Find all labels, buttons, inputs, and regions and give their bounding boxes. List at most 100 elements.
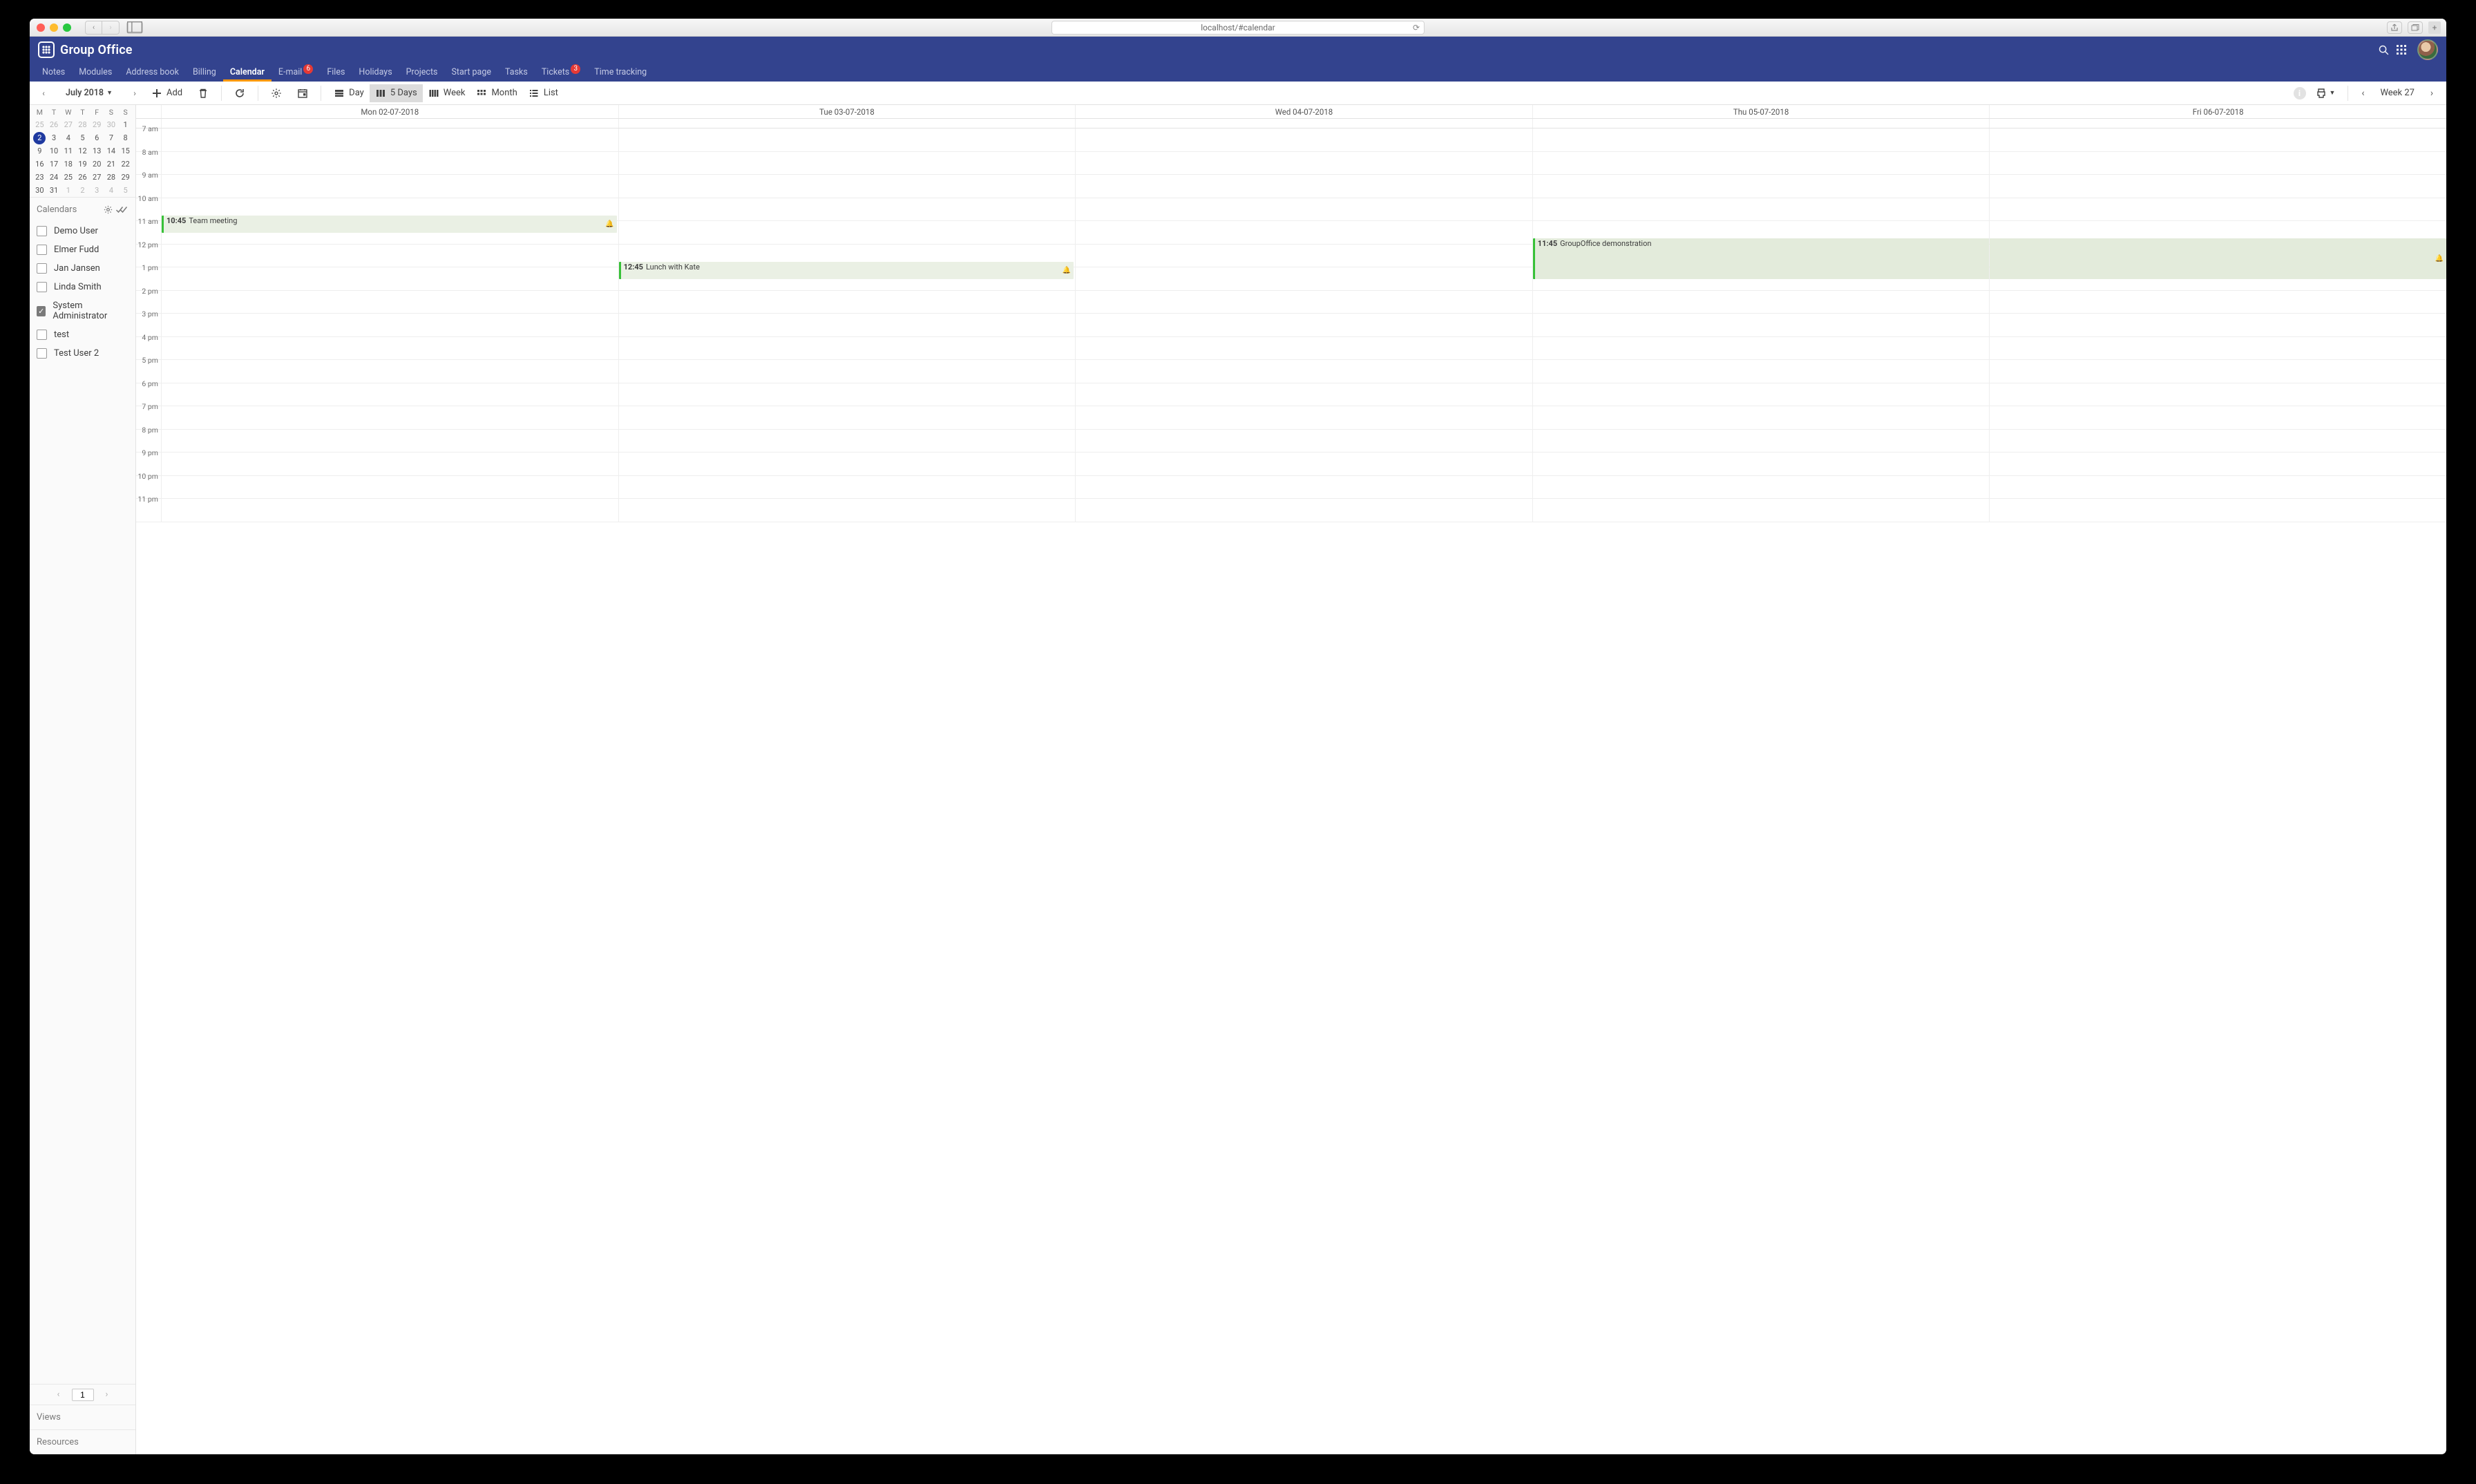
grid-cell[interactable] bbox=[161, 453, 618, 475]
grid-cell[interactable] bbox=[1989, 291, 2446, 314]
mini-cal-day[interactable]: 3 bbox=[47, 131, 61, 144]
mini-cal-day[interactable]: 8 bbox=[118, 131, 133, 144]
mini-cal-day[interactable]: 25 bbox=[32, 118, 47, 131]
view-month-button[interactable]: Month bbox=[470, 84, 522, 102]
refresh-button[interactable] bbox=[229, 84, 251, 102]
info-icon[interactable]: i bbox=[2294, 87, 2306, 99]
grid-cell[interactable] bbox=[1532, 406, 1990, 429]
grid-cell[interactable] bbox=[161, 314, 618, 336]
grid-cell[interactable] bbox=[1075, 499, 1532, 522]
delete-button[interactable] bbox=[192, 84, 214, 102]
mini-cal-day[interactable]: 1 bbox=[61, 184, 75, 197]
grid-cell[interactable] bbox=[1989, 175, 2446, 198]
mini-cal-day[interactable]: 11 bbox=[61, 144, 75, 158]
grid-cell[interactable] bbox=[1075, 129, 1532, 151]
grid-cell[interactable] bbox=[161, 476, 618, 499]
mini-cal-day[interactable]: 28 bbox=[104, 171, 119, 184]
show-sidebar-button[interactable] bbox=[126, 21, 143, 34]
mini-cal-day[interactable]: 4 bbox=[104, 184, 119, 197]
grid-cell[interactable] bbox=[161, 291, 618, 314]
view-5days-button[interactable]: 5 Days bbox=[370, 84, 423, 102]
checkbox[interactable] bbox=[37, 348, 47, 359]
pager-next[interactable]: › bbox=[101, 1389, 113, 1400]
tab-holidays[interactable]: Holidays bbox=[352, 63, 399, 82]
tab-calendar[interactable]: Calendar bbox=[223, 63, 272, 82]
grid-cell[interactable] bbox=[1989, 476, 2446, 499]
grid-cell[interactable] bbox=[1532, 383, 1990, 406]
grid-scroll[interactable]: 10:45Team meeting🔔12:45Lunch with Kate🔔1… bbox=[136, 119, 2446, 1454]
grid-cell[interactable] bbox=[1075, 406, 1532, 429]
view-day-button[interactable]: Day bbox=[328, 84, 370, 102]
mini-cal-day[interactable]: 16 bbox=[32, 158, 47, 171]
mini-cal-day[interactable]: 30 bbox=[32, 184, 47, 197]
grid-cell[interactable] bbox=[618, 314, 1076, 336]
mini-cal-day[interactable]: 27 bbox=[61, 118, 75, 131]
mini-cal-day[interactable]: 5 bbox=[75, 131, 90, 144]
calendar-item[interactable]: System Administrator bbox=[30, 296, 135, 325]
grid-cell[interactable] bbox=[1989, 152, 2446, 175]
grid-cell[interactable] bbox=[1532, 499, 1990, 522]
grid-cell[interactable] bbox=[1532, 245, 1990, 267]
grid-cell[interactable] bbox=[1075, 152, 1532, 175]
mini-cal-day[interactable]: 7 bbox=[104, 131, 119, 144]
mini-cal-day[interactable]: 19 bbox=[75, 158, 90, 171]
mini-cal-day[interactable]: 15 bbox=[118, 144, 133, 158]
grid-cell[interactable] bbox=[161, 267, 618, 290]
mini-cal-day[interactable]: 3 bbox=[90, 184, 104, 197]
mini-cal-day[interactable]: 1 bbox=[118, 118, 133, 131]
prev-month-button[interactable]: ‹ bbox=[37, 86, 50, 100]
grid-cell[interactable] bbox=[161, 499, 618, 522]
mini-cal-day[interactable]: 24 bbox=[47, 171, 61, 184]
grid-cell[interactable] bbox=[1075, 198, 1532, 221]
mini-cal-day[interactable]: 21 bbox=[104, 158, 119, 171]
grid-cell[interactable] bbox=[618, 245, 1076, 267]
apps-grid-icon[interactable] bbox=[2392, 41, 2410, 59]
grid-cell[interactable] bbox=[161, 406, 618, 429]
grid-cell[interactable] bbox=[618, 360, 1076, 383]
mini-cal-day[interactable]: 5 bbox=[118, 184, 133, 197]
mini-cal-day[interactable]: 29 bbox=[118, 171, 133, 184]
mini-cal-day[interactable]: 26 bbox=[47, 118, 61, 131]
tab-notes[interactable]: Notes bbox=[35, 63, 72, 82]
grid-cell[interactable] bbox=[1532, 314, 1990, 336]
mini-cal-day[interactable]: 2 bbox=[32, 131, 47, 144]
grid-cell[interactable] bbox=[1989, 267, 2446, 290]
avatar[interactable] bbox=[2417, 39, 2438, 60]
calendar-item[interactable]: Demo User bbox=[30, 222, 135, 240]
mini-cal-day[interactable]: 18 bbox=[61, 158, 75, 171]
grid-cell[interactable] bbox=[1075, 221, 1532, 244]
prev-period-button[interactable]: ‹ bbox=[2355, 88, 2370, 99]
grid-cell[interactable] bbox=[618, 337, 1076, 360]
mini-cal-day[interactable]: 17 bbox=[47, 158, 61, 171]
grid-cell[interactable] bbox=[1989, 198, 2446, 221]
mini-cal-day[interactable]: 26 bbox=[75, 171, 90, 184]
grid-cell[interactable] bbox=[1532, 337, 1990, 360]
grid-cell[interactable] bbox=[1075, 267, 1532, 290]
calendar-item[interactable]: test bbox=[30, 325, 135, 344]
grid-cell[interactable] bbox=[618, 383, 1076, 406]
grid-cell[interactable] bbox=[1075, 453, 1532, 475]
tab-e-mail[interactable]: E-mail6 bbox=[272, 63, 320, 82]
mini-cal-day[interactable]: 31 bbox=[47, 184, 61, 197]
grid-cell[interactable] bbox=[1532, 198, 1990, 221]
calendar-item[interactable]: Elmer Fudd bbox=[30, 240, 135, 259]
view-week-button[interactable]: Week bbox=[423, 84, 471, 102]
checkbox[interactable] bbox=[37, 330, 47, 340]
grid-cell[interactable] bbox=[618, 175, 1076, 198]
grid-cell[interactable] bbox=[1532, 291, 1990, 314]
minimize-window-icon[interactable] bbox=[50, 23, 58, 32]
resources-section[interactable]: Resources bbox=[30, 1429, 135, 1454]
mini-cal-day[interactable]: 6 bbox=[90, 131, 104, 144]
mini-cal-day[interactable]: 22 bbox=[118, 158, 133, 171]
grid-cell[interactable] bbox=[1989, 314, 2446, 336]
month-label[interactable]: July 2018▼ bbox=[66, 88, 113, 98]
grid-cell[interactable] bbox=[1532, 175, 1990, 198]
grid-cell[interactable] bbox=[1532, 430, 1990, 453]
grid-cell[interactable] bbox=[618, 152, 1076, 175]
grid-cell[interactable] bbox=[1989, 406, 2446, 429]
grid-cell[interactable] bbox=[618, 406, 1076, 429]
mini-cal-day[interactable]: 27 bbox=[90, 171, 104, 184]
grid-cell[interactable] bbox=[1532, 360, 1990, 383]
settings-button[interactable] bbox=[265, 84, 287, 102]
app-logo-icon[interactable] bbox=[38, 41, 55, 58]
